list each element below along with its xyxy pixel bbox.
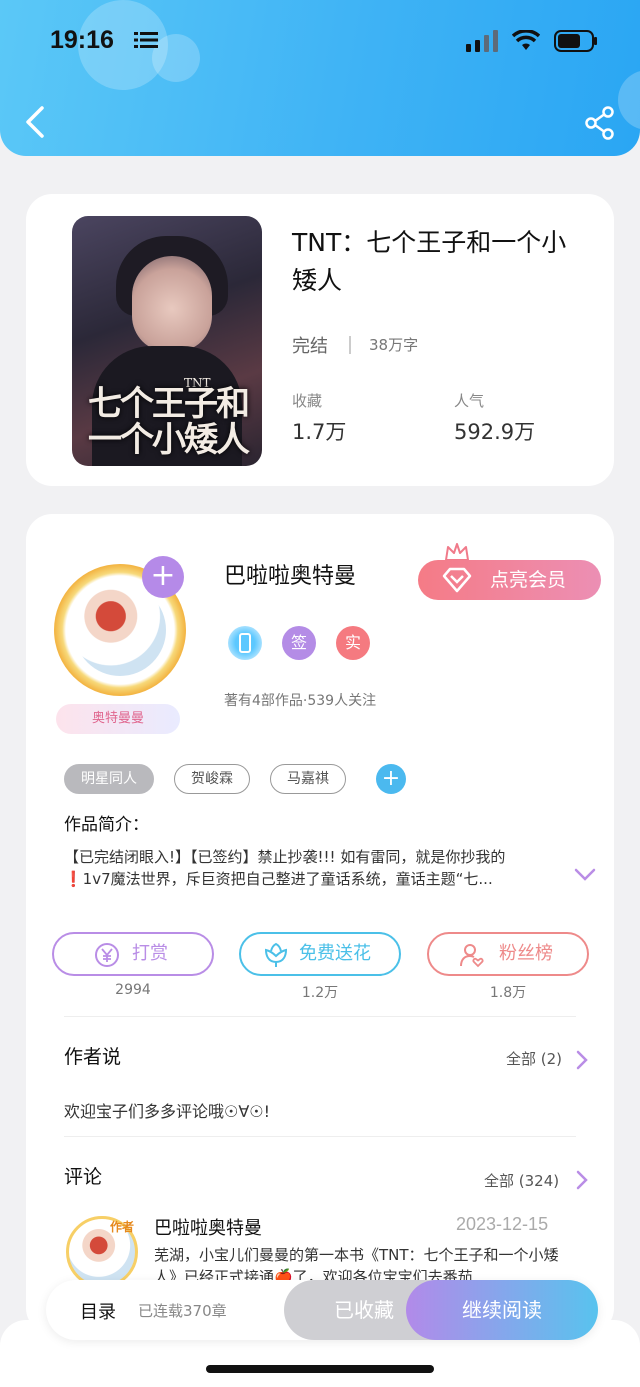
signal-icon [466,30,498,52]
real-name-badge[interactable]: 实 [336,626,370,660]
author-says-text: 欢迎宝子们多多评论哦☉∀☉! [64,1102,271,1121]
list-icon [134,32,158,48]
expand-chevron-icon[interactable] [574,868,596,882]
continue-reading-button[interactable]: 继续阅读 [406,1280,598,1340]
cover-title-text: 七个王子和一个小矮人 [88,384,250,460]
chevron-right-icon[interactable] [576,1050,588,1070]
user-heart-icon [460,944,484,968]
reward-button[interactable]: 打赏 [52,932,214,976]
flower-icon [264,942,288,967]
popularity-label: 人气 [454,392,485,410]
tag-item[interactable]: 明星同人 [64,764,154,794]
fan-rank-count: 1.8万 [489,985,527,1001]
flower-count: 1.2万 [301,985,339,1001]
divider [64,1016,576,1017]
fan-rank-button[interactable]: 粉丝榜 [427,932,589,976]
book-info-card: TNT 七个王子和一个小矮人 TNT：七个王子和一个小矮人 完结 38万字 收藏… [26,194,614,486]
comment-text[interactable]: 芜湖，小宝儿们曼曼的第一本书《TNT：七个王子和一个小矮人》已经正式接通🍎了，欢… [154,1244,564,1282]
share-icon[interactable] [584,106,616,140]
diamond-icon [442,567,472,593]
author-says-all-link[interactable]: 全部 (2) [506,1048,562,1069]
follow-plus-button[interactable]: + [142,556,184,598]
serial-chapters: 已连载370章 [138,1302,227,1320]
fan-rank-label: 粉丝榜 [499,943,553,964]
comment-author-name[interactable]: 巴啦啦奥特曼 [154,1214,262,1240]
author-meta: 著有4部作品·539人关注 [224,693,377,709]
add-tag-button[interactable]: + [376,764,406,794]
vip-button-label: 点亮会员 [490,569,567,591]
book-cover[interactable]: TNT 七个王子和一个小矮人 [72,216,262,466]
home-indicator [206,1365,434,1373]
comment-date: 2023-12-15 [456,1214,549,1234]
send-flower-button[interactable]: 免费送花 [239,932,401,976]
intro-title: 作品简介： [64,815,149,835]
divider [349,336,351,354]
toc-button[interactable]: 目录 [80,1298,116,1324]
intro-text[interactable]: 【已完结闭眼入!】【已签约】禁止抄袭!!! 如有雷同，就是你抄我的 ❗1v7魔法… [64,846,552,890]
book-word-count: 38万字 [369,336,419,354]
header-bar: 19:16 [0,0,640,156]
intro-line: ❗1v7魔法世界，斥巨资把自己整进了童话系统，童话主题“七... [64,870,493,888]
cover-art [132,256,212,352]
reward-label: 打赏 [132,943,168,964]
tag-item[interactable]: 马嘉祺 [270,764,346,794]
decor-bubble [618,70,640,130]
status-icons [466,30,598,52]
decor-bubble [152,34,200,82]
tag-list: 明星同人 贺峻霖 马嘉祺 + [64,764,406,794]
verified-icon[interactable] [228,626,262,660]
intro-line: 【已完结闭眼入!】【已签约】禁止抄袭!!! 如有雷同，就是你抄我的 [64,848,506,866]
status-time: 19:16 [50,26,114,54]
chevron-right-icon[interactable] [576,1170,588,1190]
avatar-badge: 奥特曼曼 [56,704,180,734]
author-avatar[interactable] [74,584,166,676]
tag-item[interactable]: 贺峻霖 [174,764,250,794]
author-card: + 奥特曼曼 巴啦啦奥特曼 点亮会员 签 实 著有4部作品·539人关注 明星同… [26,514,614,1334]
id-card-icon [239,633,251,653]
wifi-icon [512,30,540,50]
bottom-action-bar: 目录 已连载370章 已收藏 继续阅读 [46,1280,598,1340]
author-tag: 作者 [110,1220,135,1234]
author-says-title: 作者说 [64,1046,122,1068]
comments-title: 评论 [64,1166,103,1188]
reward-count: 2994 [115,982,151,998]
comments-all-link[interactable]: 全部 (324) [484,1170,559,1191]
collect-value: 1.7万 [292,420,347,444]
send-flower-label: 免费送花 [299,943,371,964]
popularity-value: 592.9万 [454,420,536,444]
author-name[interactable]: 巴啦啦奥特曼 [224,558,356,590]
back-arrow-icon[interactable] [20,102,52,142]
book-title: TNT：七个王子和一个小矮人 [292,228,567,295]
collect-label: 收藏 [292,392,323,410]
author-badges: 签 实 [228,626,370,660]
signed-badge[interactable]: 签 [282,626,316,660]
yen-coin-icon [95,943,119,967]
battery-icon [554,30,597,52]
vip-button[interactable]: 点亮会员 [418,560,601,600]
divider [64,1136,576,1137]
crown-icon [445,543,469,561]
book-status: 完结 [292,336,328,357]
